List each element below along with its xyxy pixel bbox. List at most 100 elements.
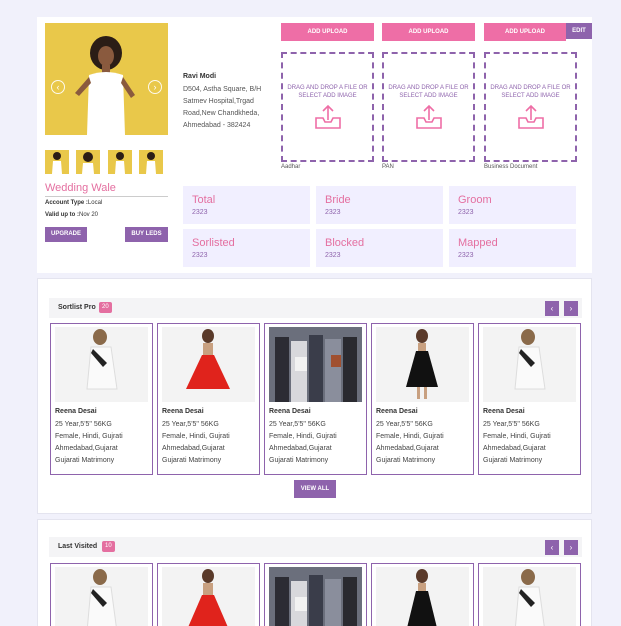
- profile-card-item[interactable]: Reena Desai 25 Year,5'5" 56KG Female, Hi…: [371, 323, 474, 475]
- dropzone-aadhar[interactable]: DRAG AND DROP A FILE OR SELECT ADD IMAGE: [281, 52, 374, 162]
- profile-name: Ravi Modi: [183, 73, 217, 80]
- address-line: Road,New Chandkheda,: [183, 110, 260, 117]
- profile-card-item[interactable]: [371, 563, 474, 626]
- dropzone-text: DRAG AND DROP A FILE OR SELECT ADD IMAGE: [287, 85, 368, 99]
- thumbnail[interactable]: [108, 150, 132, 174]
- stat-label: Sorlisted: [192, 237, 235, 249]
- upload-tray-icon: [315, 104, 341, 129]
- dropzone-text: DRAG AND DROP A FILE OR SELECT ADD IMAGE: [490, 85, 571, 99]
- card-location: Ahmedabad,Gujarat: [269, 445, 332, 452]
- carousel-next-button[interactable]: ›: [564, 301, 578, 316]
- stat-label: Mapped: [458, 237, 498, 249]
- carousel-prev-button[interactable]: ‹: [545, 540, 559, 555]
- stat-blocked[interactable]: Blocked 2323: [316, 229, 443, 267]
- profile-card-item[interactable]: Reena Desai 25 Year,5'5" 56KG Female, Hi…: [264, 323, 367, 475]
- black-dress-image: [376, 567, 469, 626]
- add-upload-pan-button[interactable]: ADD UPLOAD: [382, 23, 475, 41]
- black-dress-image: [376, 327, 469, 402]
- card-gender-language: Female, Hindi, Gujrati: [162, 433, 230, 440]
- white-dress-image: [55, 567, 148, 626]
- dropzone-text: DRAG AND DROP A FILE OR SELECT ADD IMAGE: [388, 85, 469, 99]
- section-title: Sortlist Pro: [58, 304, 96, 311]
- profile-image: [483, 567, 576, 626]
- thumbnail[interactable]: [76, 150, 100, 174]
- stat-groom[interactable]: Groom 2323: [449, 186, 576, 224]
- address-line: Satmev Hospital,Trgad: [183, 98, 254, 105]
- count-badge: 10: [102, 541, 115, 552]
- thumbnail-image: [108, 150, 132, 174]
- profile-image: [269, 327, 362, 402]
- account-type-label: Account Type :: [45, 200, 88, 206]
- profile-image: [162, 567, 255, 626]
- red-dress-image: [162, 567, 255, 626]
- stat-total[interactable]: Total 2323: [183, 186, 310, 224]
- buy-leads-button[interactable]: BUY LEDS: [125, 227, 168, 242]
- stat-bride[interactable]: Bride 2323: [316, 186, 443, 224]
- profile-card-item[interactable]: Reena Desai 25 Year,5'5" 56KG Female, Hi…: [478, 323, 581, 475]
- upload-tray-icon: [416, 104, 442, 129]
- carousel-prev-button[interactable]: ‹: [545, 301, 559, 316]
- card-community: Gujarati Matrimony: [483, 457, 543, 464]
- doc-label-aadhar: Aadhar: [281, 164, 301, 170]
- add-upload-business-button[interactable]: ADD UPLOAD: [484, 23, 566, 41]
- woman-portrait-image: [45, 23, 168, 135]
- add-upload-aadhar-button[interactable]: ADD UPLOAD: [281, 23, 374, 41]
- valid-up-to-value: Nov 20: [79, 212, 99, 218]
- profile-image: [269, 567, 362, 626]
- carousel-next-button[interactable]: ›: [564, 540, 578, 555]
- profile-image: [483, 327, 576, 402]
- card-location: Ahmedabad,Gujarat: [162, 445, 225, 452]
- upload-tray-icon: [518, 104, 544, 129]
- stat-value: 2323: [458, 209, 474, 216]
- profile-photo: ‹ ›: [45, 23, 168, 135]
- card-age-height: 25 Year,5'5" 56KG: [269, 421, 326, 428]
- address-line: D504, Astha Square, B/H: [183, 86, 262, 93]
- card-community: Gujarati Matrimony: [376, 457, 436, 464]
- white-dress-image: [483, 327, 576, 402]
- thumbnail[interactable]: [45, 150, 69, 174]
- card-location: Ahmedabad,Gujarat: [376, 445, 439, 452]
- white-dress-image: [483, 567, 576, 626]
- profile-card-item[interactable]: Reena Desai 25 Year,5'5" 56KG Female, Hi…: [157, 323, 260, 475]
- white-dress-image: [55, 327, 148, 402]
- card-location: Ahmedabad,Gujarat: [483, 445, 546, 452]
- card-name: Reena Desai: [269, 408, 311, 415]
- card-age-height: 25 Year,5'5" 56KG: [55, 421, 112, 428]
- profile-image: [55, 567, 148, 626]
- card-age-height: 25 Year,5'5" 56KG: [162, 421, 219, 428]
- profile-card-item[interactable]: [478, 563, 581, 626]
- upgrade-button[interactable]: UPGRADE: [45, 227, 87, 242]
- shopping-crowd-image: [269, 567, 362, 626]
- stat-value: 2323: [325, 252, 341, 259]
- profile-card-item[interactable]: [157, 563, 260, 626]
- card-name: Reena Desai: [162, 408, 204, 415]
- card-community: Gujarati Matrimony: [162, 457, 222, 464]
- profile-image: [376, 327, 469, 402]
- thumbnail-image: [45, 150, 69, 174]
- address-line: Ahmedabad - 382424: [183, 122, 251, 129]
- card-age-height: 25 Year,5'5" 56KG: [376, 421, 433, 428]
- card-community: Gujarati Matrimony: [269, 457, 329, 464]
- count-badge: 20: [99, 302, 112, 313]
- profile-card-item[interactable]: Reena Desai 25 Year,5'5" 56KG Female, Hi…: [50, 323, 153, 475]
- photo-next-arrow[interactable]: ›: [148, 80, 162, 94]
- profile-card-item[interactable]: [264, 563, 367, 626]
- profile-card-item[interactable]: [50, 563, 153, 626]
- photo-prev-arrow[interactable]: ‹: [51, 80, 65, 94]
- card-community: Gujarati Matrimony: [55, 457, 115, 464]
- stat-mapped[interactable]: Mapped 2323: [449, 229, 576, 267]
- account-type: Account Type :Local: [45, 200, 102, 206]
- thumbnail-image: [76, 150, 100, 174]
- dropzone-pan[interactable]: DRAG AND DROP A FILE OR SELECT ADD IMAGE: [382, 52, 475, 162]
- stat-label: Groom: [458, 194, 492, 206]
- sortlist-pro-header: Sortlist Pro 20 ‹ ›: [49, 298, 582, 318]
- view-all-button[interactable]: VIEW ALL: [294, 480, 336, 498]
- card-name: Reena Desai: [376, 408, 418, 415]
- dropzone-business-document[interactable]: DRAG AND DROP A FILE OR SELECT ADD IMAGE: [484, 52, 577, 162]
- section-title: Last Visited: [58, 543, 98, 550]
- stat-value: 2323: [192, 209, 208, 216]
- edit-button[interactable]: EDIT: [566, 23, 592, 39]
- stat-sorlisted[interactable]: Sorlisted 2323: [183, 229, 310, 267]
- card-name: Reena Desai: [55, 408, 97, 415]
- thumbnail[interactable]: [139, 150, 163, 174]
